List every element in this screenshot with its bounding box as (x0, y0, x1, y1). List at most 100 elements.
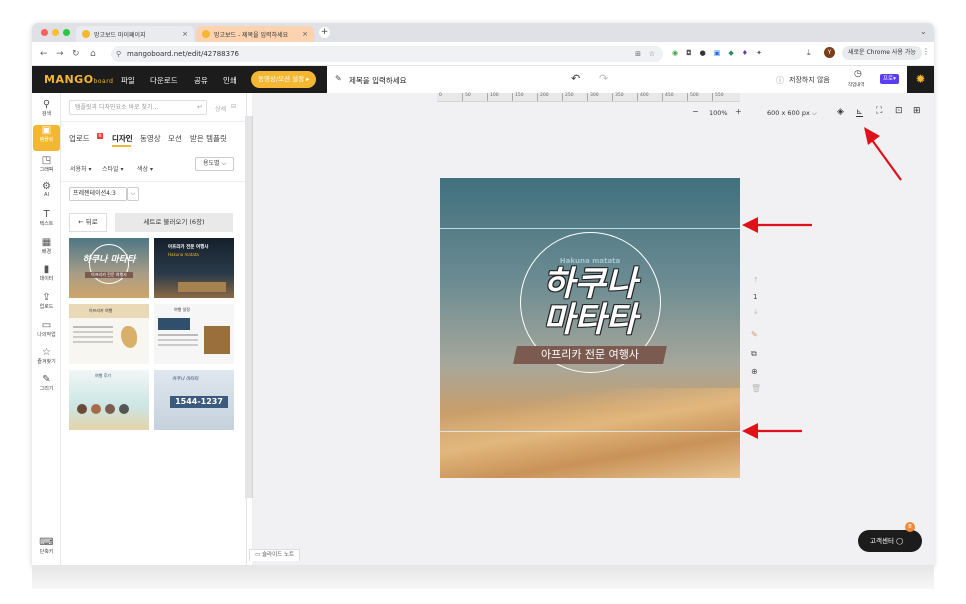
template-thumb[interactable]: 여행 일정 (154, 304, 234, 364)
customer-center-button[interactable]: 고객센터 ◯ (858, 530, 922, 552)
document-title-input[interactable]: 제목을 입력하세요 (349, 75, 407, 86)
rail-search[interactable]: ⚲ 검색 (32, 99, 61, 117)
rail-ai[interactable]: ⚙ AI (32, 181, 61, 198)
tab-list-chevron-icon[interactable]: ⌄ (920, 27, 927, 36)
redo-icon[interactable]: ↷ (599, 72, 608, 85)
rail-favorites[interactable]: ☆ 즐겨찾기 (32, 347, 61, 365)
browser-tab-editor[interactable]: 망고보드 - 제목을 입력하세요 × (196, 26, 314, 42)
close-window-button[interactable] (41, 29, 48, 36)
minimize-window-button[interactable] (52, 29, 59, 36)
guide-line-top[interactable] (440, 228, 740, 229)
size-select-chevron-icon[interactable]: ⌵ (127, 187, 139, 201)
camera-extension-icon[interactable]: ◘ (686, 49, 692, 57)
menu-file[interactable]: 파일 (121, 75, 135, 86)
close-tab-icon[interactable]: × (302, 30, 308, 38)
ruler-guide-icon[interactable]: ⊾ (856, 107, 863, 117)
fit-screen-icon[interactable]: ⛶ (876, 106, 882, 116)
annotation-arrow-corner (864, 127, 902, 181)
undo-icon[interactable]: ↶ (571, 72, 580, 85)
tab-video[interactable]: 동영상 (140, 133, 161, 144)
canvas-size-select[interactable]: 600 x 600 px ⌵ (767, 109, 817, 118)
page-up-arrow-icon[interactable]: ↑ (753, 276, 759, 284)
headline-line-1[interactable]: 하쿠나 (440, 266, 740, 302)
site-info-icon[interactable]: ⚲ (116, 46, 121, 62)
grid-view-icon[interactable]: ⊡ (895, 106, 903, 116)
load-set-button[interactable]: 세트로 불러오기 (6장) (115, 213, 233, 232)
extension-icon[interactable]: ● (700, 49, 706, 57)
bookmark-star-icon[interactable]: ☆ (649, 46, 655, 62)
history-label[interactable]: 작업내역 (848, 82, 865, 88)
filter-usage[interactable]: 서용처 ▾ (70, 164, 91, 173)
enter-icon[interactable]: ↵ (197, 103, 203, 111)
template-thumb[interactable]: 하쿠나 마타타 아프리카 전문 여행사 (69, 238, 149, 298)
page-grid-icon[interactable]: ⊞ (913, 106, 921, 116)
add-page-icon[interactable]: ⊕ (751, 367, 758, 376)
rail-text[interactable]: T 텍스트 (32, 209, 61, 227)
layers-icon[interactable]: ◈ (837, 107, 844, 117)
template-thumb[interactable]: 여행 후기 (69, 370, 149, 430)
home-icon[interactable]: ⌂ (90, 49, 96, 59)
history-icon[interactable]: ◷ (854, 69, 862, 79)
menu-print[interactable]: 인쇄 (223, 75, 237, 86)
design-canvas[interactable]: Hakuna matata 하쿠나 마타타 아프리카 전문 여행사 (440, 178, 740, 478)
download-icon[interactable]: ⤓ (807, 48, 811, 58)
menu-download[interactable]: 다운로드 (150, 75, 178, 86)
tab-motion[interactable]: 모션 (168, 133, 182, 144)
reload-icon[interactable]: ↻ (72, 49, 80, 59)
rail-background[interactable]: ▦ 배경 (32, 237, 61, 255)
page-down-arrow-icon[interactable]: ↓ (753, 308, 759, 316)
profile-avatar[interactable]: Y (824, 47, 835, 58)
rail-data[interactable]: ▮ 데이터 (32, 264, 61, 282)
rail-my-work[interactable]: ▭ 나의작업 (32, 320, 61, 338)
mangoboard-logo[interactable]: MANGOboard (44, 73, 113, 86)
rail-template[interactable]: ▣ 템플릿 (33, 125, 60, 151)
rail-upload[interactable]: ⇪ 업로드 (32, 292, 61, 310)
zoom-level[interactable]: 100% (709, 109, 728, 117)
extension-icon[interactable]: ◆ (728, 49, 733, 57)
paint-brush-icon[interactable]: ✎ (751, 330, 758, 339)
puzzle-extensions-icon[interactable]: ✦ (756, 49, 762, 57)
menu-share[interactable]: 공유 (194, 75, 208, 86)
new-tab-button[interactable]: + (319, 27, 330, 38)
browser-tab-mypage[interactable]: 망고보드 마이페이지 × (76, 26, 194, 42)
detail-search-link[interactable]: 상세 (215, 104, 226, 113)
zoom-out-button[interactable]: − (692, 107, 699, 116)
headline-line-2[interactable]: 마타타 (440, 302, 740, 338)
settings-gear-icon[interactable]: ✹ (907, 66, 934, 93)
category-select[interactable]: 용도별 ⌵ (195, 157, 234, 171)
translate-icon[interactable]: ⊞ (635, 46, 641, 62)
zoom-in-button[interactable]: + (735, 107, 742, 116)
maximize-window-button[interactable] (63, 29, 70, 36)
slide-note-tab[interactable]: ▭ 슬라이드 노트 (249, 549, 301, 561)
rail-graphic[interactable]: ◳ 그래픽 (32, 155, 61, 173)
template-thumb[interactable]: 아프리카 여행 (69, 304, 149, 364)
rail-shortcuts[interactable]: ⌨ 단축키 (32, 537, 61, 555)
close-tab-icon[interactable]: × (182, 30, 188, 38)
size-select[interactable]: 프레젠테이션4:3 (69, 187, 127, 201)
more-menu-icon[interactable]: ⋮ (922, 47, 930, 56)
duplicate-page-icon[interactable]: ⧉ (751, 349, 757, 359)
tab-upload[interactable]: 업로드 (69, 133, 90, 144)
extension-icon[interactable]: ◉ (672, 49, 678, 57)
back-arrow-icon[interactable]: ← (40, 49, 48, 59)
template-search-input[interactable]: 템플릿과 디자인요소 바로 찾기... (69, 100, 207, 115)
guide-line-bottom[interactable] (440, 431, 740, 432)
tab-received-templates[interactable]: 받은 템플릿 (190, 133, 227, 144)
extension-icon[interactable]: ▣ (714, 49, 721, 57)
detail-search-icon[interactable]: ⊟ (231, 103, 236, 110)
forward-arrow-icon[interactable]: → (56, 49, 64, 59)
template-thumb[interactable]: 하쿠나 마타타 1544-1237 (154, 370, 234, 430)
template-thumb[interactable]: 아프리카 전문 여행사 Hakuna matata (154, 238, 234, 298)
tab-design[interactable]: 디자인 (112, 133, 133, 144)
extension-icon[interactable]: ♦ (742, 49, 748, 57)
back-button[interactable]: ← 뒤로 (69, 213, 107, 232)
address-bar[interactable]: ⚲ mangoboard.net/edit/42788376 ⊞ ☆ (111, 46, 663, 62)
subtitle-text[interactable]: 아프리카 전문 여행사 (515, 346, 665, 364)
filter-color[interactable]: 색상 ▾ (137, 164, 153, 173)
rail-draw[interactable]: ✎ 그리기 (32, 374, 61, 392)
video-motion-settings-button[interactable]: 동영상/모션 설정 ▸ (251, 71, 317, 88)
filter-style[interactable]: 스타일 ▾ (102, 164, 123, 173)
pro-badge[interactable]: 프로▾ (880, 74, 899, 84)
chrome-update-button[interactable]: 새로운 Chrome 사용 가능 (842, 46, 922, 60)
delete-page-icon[interactable]: 🗑 (751, 384, 761, 393)
